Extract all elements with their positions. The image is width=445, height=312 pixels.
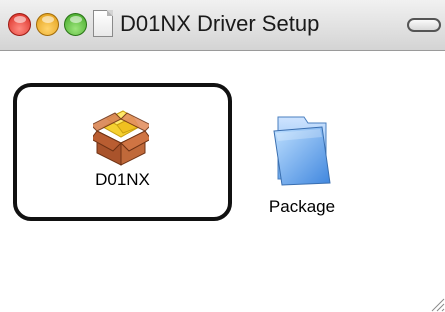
folder-item-label: Package: [268, 197, 336, 216]
file-item-label: D01NX: [95, 170, 150, 189]
window-content: D01NX Package: [0, 51, 445, 312]
window-title: D01NX Driver Setup: [120, 11, 320, 36]
title-bar[interactable]: D01NX Driver Setup: [0, 0, 445, 51]
toolbar-toggle-button[interactable]: [407, 18, 441, 32]
document-proxy-icon[interactable]: [93, 10, 113, 37]
resize-grip-icon[interactable]: [429, 291, 445, 312]
folder-item-package[interactable]: Package: [262, 113, 342, 223]
minimize-button[interactable]: [36, 13, 59, 36]
zoom-button[interactable]: [64, 13, 87, 36]
file-item-d01nx[interactable]: D01NX: [13, 83, 232, 221]
installer-package-icon: [90, 109, 152, 171]
close-button[interactable]: [8, 13, 31, 36]
folder-icon: [268, 113, 334, 191]
finder-window: D01NX Driver Setup D01NX Package: [0, 0, 445, 312]
